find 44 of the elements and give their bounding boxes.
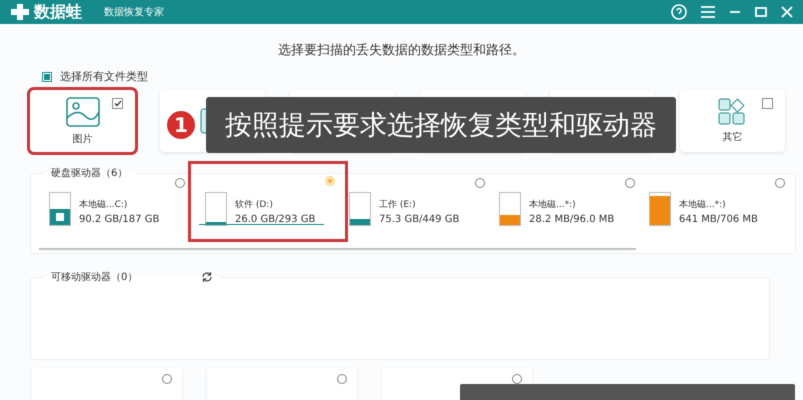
drive-radio[interactable] (175, 178, 185, 188)
location-radio[interactable] (337, 374, 347, 384)
drive-name: 软件 (D:) (235, 198, 274, 211)
drive-name: 本地磁...C:) (79, 198, 128, 211)
help-icon[interactable] (671, 4, 687, 20)
close-icon[interactable] (781, 6, 793, 18)
instruction-text: 选择要扫描的丢失数据的数据类型和路径。 (278, 43, 525, 58)
drive-name: 工作 (E:) (379, 199, 417, 211)
file-type-card[interactable]: 其它 (680, 90, 785, 152)
section-title: 硬盘驱动器（6） (50, 167, 128, 180)
select-all-checkbox[interactable] (42, 72, 52, 82)
section-title: 可移动驱动器（0） (51, 271, 138, 284)
grid-icon (718, 98, 748, 126)
drive-size: 90.2 GB/187 GB (79, 214, 160, 225)
tooltip: 按照提示要求选择恢复类型和驱动器 (206, 97, 676, 153)
file-type-label: 图片 (72, 132, 92, 146)
drive-size: 75.3 GB/449 GB (379, 214, 460, 225)
drive-radio[interactable] (475, 178, 485, 188)
file-type-checkbox[interactable] (112, 98, 123, 109)
drive-name: 本地磁...*:) (679, 198, 727, 211)
drive-radio[interactable] (775, 178, 785, 188)
drive-size: 26.0 GB/293 GB (235, 214, 316, 225)
file-type-label: 其它 (722, 130, 742, 144)
drive-radio[interactable] (325, 176, 335, 186)
drive-radio[interactable] (625, 178, 635, 188)
select-all-label: 选择所有文件类型 (60, 69, 148, 84)
scrollbar[interactable] (39, 248, 636, 250)
logo-icon (10, 3, 30, 21)
file-type-checkbox[interactable] (762, 98, 773, 109)
drive-size: 641 MB/706 MB (679, 214, 758, 225)
drive-name: 本地磁...*:) (529, 198, 577, 211)
refresh-icon[interactable] (201, 271, 214, 283)
drive-item[interactable]: 本地磁...*:) 641 MB/706 MB (645, 180, 795, 226)
drive-item[interactable]: 本地磁...*:) 28.2 MB/96.0 MB (495, 180, 645, 226)
drive-size: 28.2 MB/96.0 MB (529, 214, 614, 225)
drive-item[interactable]: 工作 (E:) 75.3 GB/449 GB (345, 180, 495, 226)
location-radio[interactable] (512, 374, 522, 384)
file-type-card[interactable]: 图片 (30, 90, 135, 152)
menu-icon[interactable] (701, 6, 715, 18)
app-name: 数据蛙 (34, 2, 82, 22)
app-subtitle: 数据恢复专家 (104, 6, 164, 19)
maximize-icon[interactable] (755, 6, 767, 18)
picture-icon (64, 96, 100, 128)
location-radio[interactable] (162, 374, 172, 384)
